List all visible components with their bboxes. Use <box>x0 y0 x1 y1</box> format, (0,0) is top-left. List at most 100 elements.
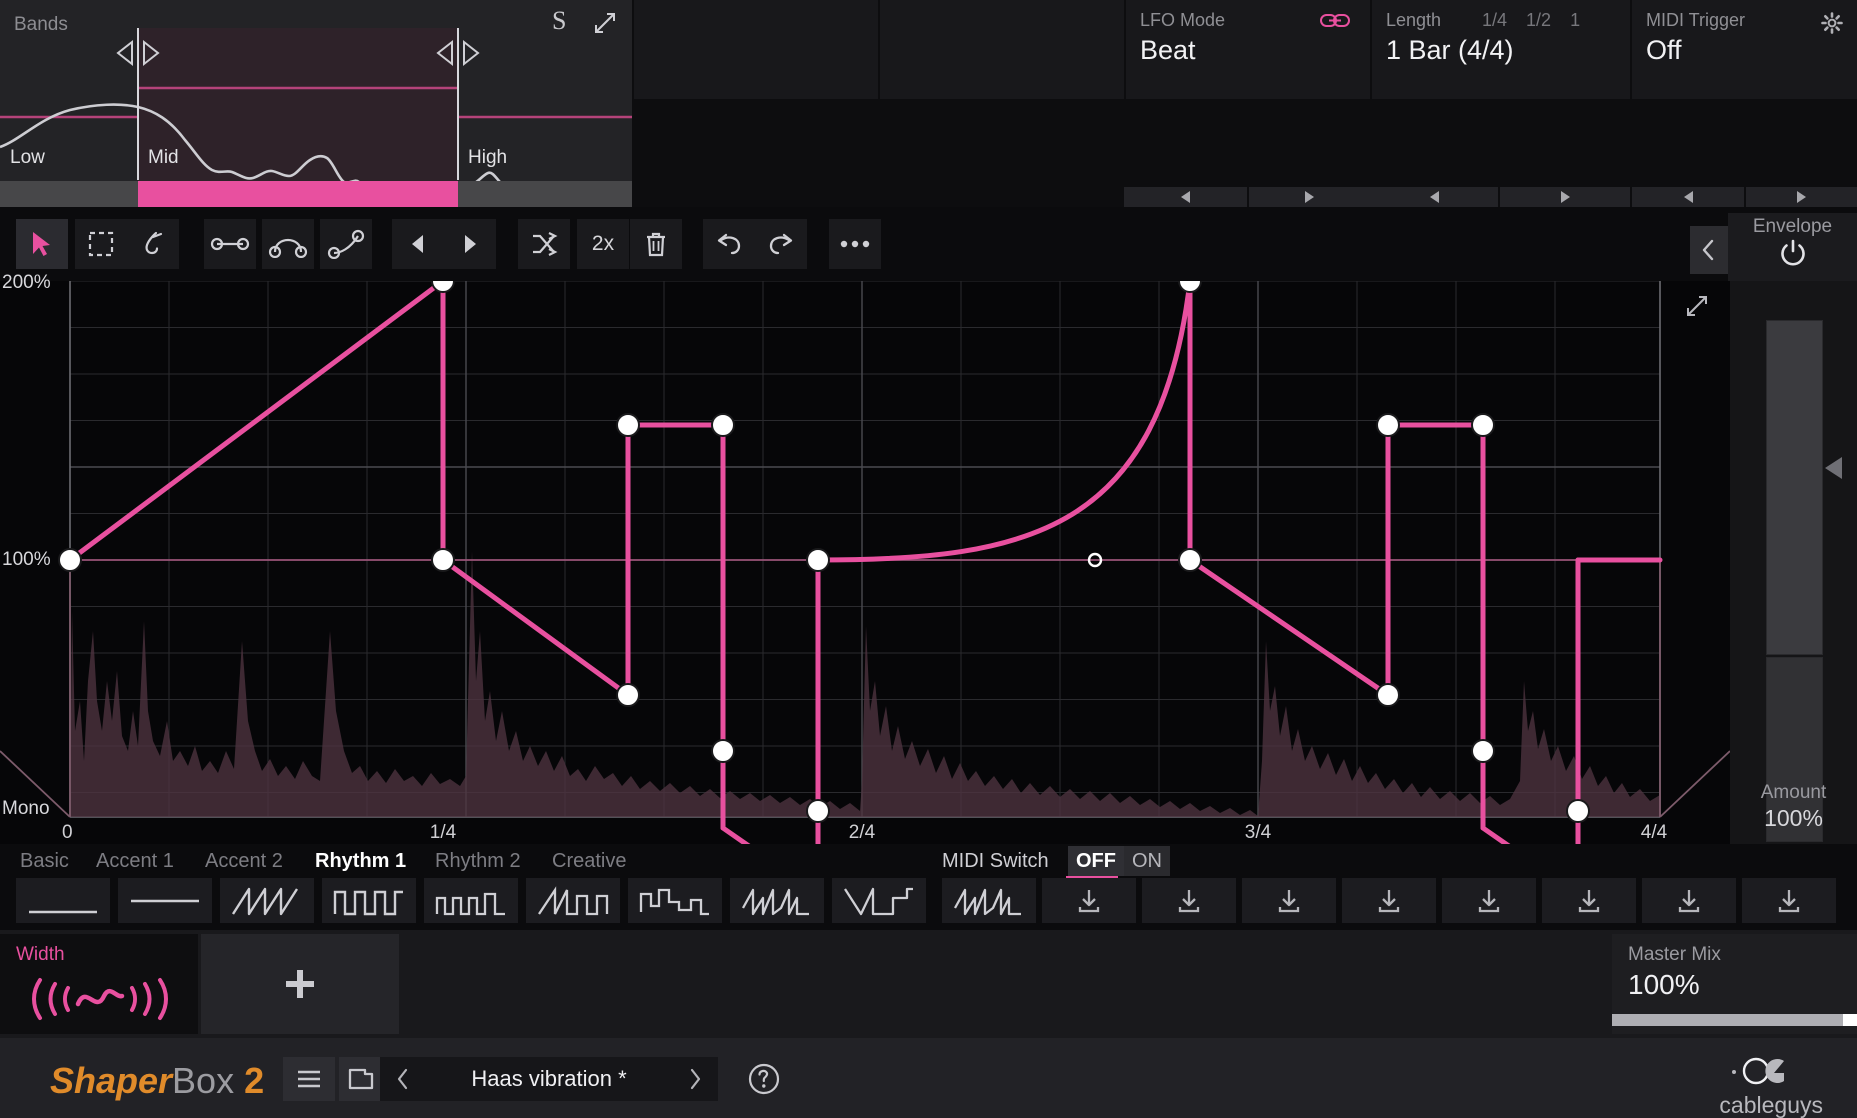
midi-slot-6[interactable] <box>1542 878 1636 923</box>
midi-trigger-prev-button[interactable] <box>1632 187 1744 207</box>
preset-next-button[interactable] <box>688 1068 702 1090</box>
band-split-handle-mid-high[interactable] <box>430 38 486 68</box>
shape-straight-line[interactable] <box>118 878 212 923</box>
solo-button[interactable]: S <box>552 6 566 36</box>
length-option-quarter[interactable]: 1/4 <box>1482 10 1507 30</box>
marquee-select-tool[interactable] <box>75 219 127 269</box>
expand-icon[interactable] <box>592 10 618 36</box>
length-prev-button[interactable] <box>1370 187 1498 207</box>
add-module-button[interactable] <box>201 934 399 1034</box>
tab-accent-2[interactable]: Accent 2 <box>205 850 283 873</box>
gear-icon[interactable] <box>1821 12 1843 34</box>
midi-slot-3[interactable] <box>1242 878 1336 923</box>
envelope-graph-canvas[interactable] <box>0 281 1730 844</box>
band-label-mid[interactable]: Mid <box>148 147 179 169</box>
preset-prev-button[interactable] <box>396 1068 410 1090</box>
band-bar-mid-active[interactable] <box>138 181 458 207</box>
download-icon <box>1378 889 1400 912</box>
curve-tool[interactable] <box>262 219 314 269</box>
pen-tool[interactable] <box>127 219 179 269</box>
shape-spike-down[interactable] <box>730 878 824 923</box>
band-label-high[interactable]: High <box>468 147 507 169</box>
length-option-half[interactable]: 1/2 <box>1526 10 1551 30</box>
midi-slot-1[interactable] <box>1042 878 1136 923</box>
logo-part-shaper: Shaper <box>50 1060 173 1101</box>
midi-slot-4[interactable] <box>1342 878 1436 923</box>
amount-value[interactable]: 100% <box>1730 805 1857 832</box>
empty-cell-r2-c2[interactable] <box>878 0 1124 99</box>
link-icon[interactable] <box>1320 12 1350 28</box>
band-bar-high[interactable] <box>458 181 632 207</box>
length-option-one[interactable]: 1 <box>1570 10 1580 30</box>
graph-expand-icon[interactable] <box>1684 293 1710 319</box>
shape-saw-ramp[interactable] <box>220 878 314 923</box>
length-value[interactable]: 1 Bar (4/4) <box>1386 35 1514 66</box>
envelope-nodes[interactable] <box>58 281 1590 823</box>
menu-button[interactable] <box>283 1057 335 1101</box>
help-button[interactable] <box>740 1057 788 1101</box>
tab-creative[interactable]: Creative <box>552 850 626 873</box>
midi-slot-0[interactable] <box>942 878 1036 923</box>
prev-step-button[interactable] <box>392 219 444 269</box>
browse-presets-button[interactable] <box>339 1057 383 1101</box>
tab-rhythm-2[interactable]: Rhythm 2 <box>435 850 521 873</box>
shape-flat-line[interactable] <box>16 878 110 923</box>
module-width[interactable]: Width <box>0 934 198 1034</box>
shape-descending-steps[interactable] <box>628 878 722 923</box>
midi-slot-7[interactable] <box>1642 878 1736 923</box>
shape-stepped-square[interactable] <box>424 878 518 923</box>
band-label-low[interactable]: Low <box>10 147 45 169</box>
tab-basic[interactable]: Basic <box>20 850 69 873</box>
x-axis-label-1-4: 1/4 <box>429 822 457 843</box>
envelope-amount-knob[interactable] <box>1825 457 1842 479</box>
more-options-button[interactable] <box>829 219 881 269</box>
randomize-button[interactable] <box>518 219 570 269</box>
tab-accent-1[interactable]: Accent 1 <box>96 850 174 873</box>
next-step-button[interactable] <box>444 219 496 269</box>
download-icon <box>1578 889 1600 912</box>
delete-button[interactable] <box>630 219 682 269</box>
tab-rhythm-1[interactable]: Rhythm 1 <box>315 850 406 873</box>
master-mix-knob[interactable] <box>1843 1014 1857 1026</box>
line-node-tool[interactable] <box>204 219 256 269</box>
empty-cell-r2-c1[interactable] <box>632 0 878 99</box>
shape-square-pulse[interactable] <box>322 878 416 923</box>
y-axis-label-mono: Mono <box>2 798 50 819</box>
master-mix-value[interactable]: 100% <box>1628 969 1700 1001</box>
midi-trigger-value[interactable]: Off <box>1646 35 1682 66</box>
midi-trigger-cell[interactable]: MIDI Trigger Off <box>1630 0 1857 99</box>
midi-switch-on[interactable]: ON <box>1124 846 1170 876</box>
power-icon[interactable] <box>1777 237 1809 269</box>
triangle-left-icon <box>412 235 423 253</box>
pointer-tool[interactable] <box>16 219 68 269</box>
midi-trigger-next-button[interactable] <box>1746 187 1857 207</box>
undo-button[interactable] <box>703 219 755 269</box>
midi-slot-5[interactable] <box>1442 878 1536 923</box>
redo-button[interactable] <box>755 219 807 269</box>
shape-ramp-square[interactable] <box>526 878 620 923</box>
lfo-mode-cell[interactable]: LFO Mode Beat <box>1124 0 1370 99</box>
band-split-handle-low-mid[interactable] <box>110 38 166 68</box>
double-speed-button[interactable]: 2x <box>577 219 629 269</box>
master-mix-panel[interactable]: Master Mix 100% <box>1612 934 1857 1034</box>
midi-slot-2[interactable] <box>1142 878 1236 923</box>
shape-v-step[interactable] <box>832 878 926 923</box>
midi-switch-off[interactable]: OFF <box>1068 846 1124 876</box>
preset-name[interactable]: Haas vibration * <box>471 1066 626 1092</box>
length-next-button[interactable] <box>1500 187 1630 207</box>
preset-selector[interactable]: Haas vibration * <box>380 1057 718 1101</box>
envelope-graph[interactable]: 200% 100% Mono 0 1/4 2/4 3/4 4/4 <box>0 272 1730 844</box>
descending-steps-shape-icon <box>639 888 709 915</box>
envelope-amount-slider-upper[interactable] <box>1766 320 1823 655</box>
envelope-collapse-button[interactable] <box>1690 226 1728 274</box>
bands-panel[interactable]: Bands S Low Mid High <box>0 0 632 207</box>
midi-slot-8[interactable] <box>1742 878 1836 923</box>
band-bar-low[interactable] <box>0 181 138 207</box>
master-mix-slider[interactable] <box>1612 1014 1857 1026</box>
lfo-mode-value[interactable]: Beat <box>1140 35 1196 66</box>
download-icon <box>1278 889 1300 912</box>
lfo-mode-prev-button[interactable] <box>1124 187 1247 207</box>
length-cell[interactable]: Length 1/4 1/2 1 1 Bar (4/4) <box>1370 0 1630 99</box>
lfo-mode-next-button[interactable] <box>1249 187 1370 207</box>
diagonal-node-tool[interactable] <box>320 219 372 269</box>
